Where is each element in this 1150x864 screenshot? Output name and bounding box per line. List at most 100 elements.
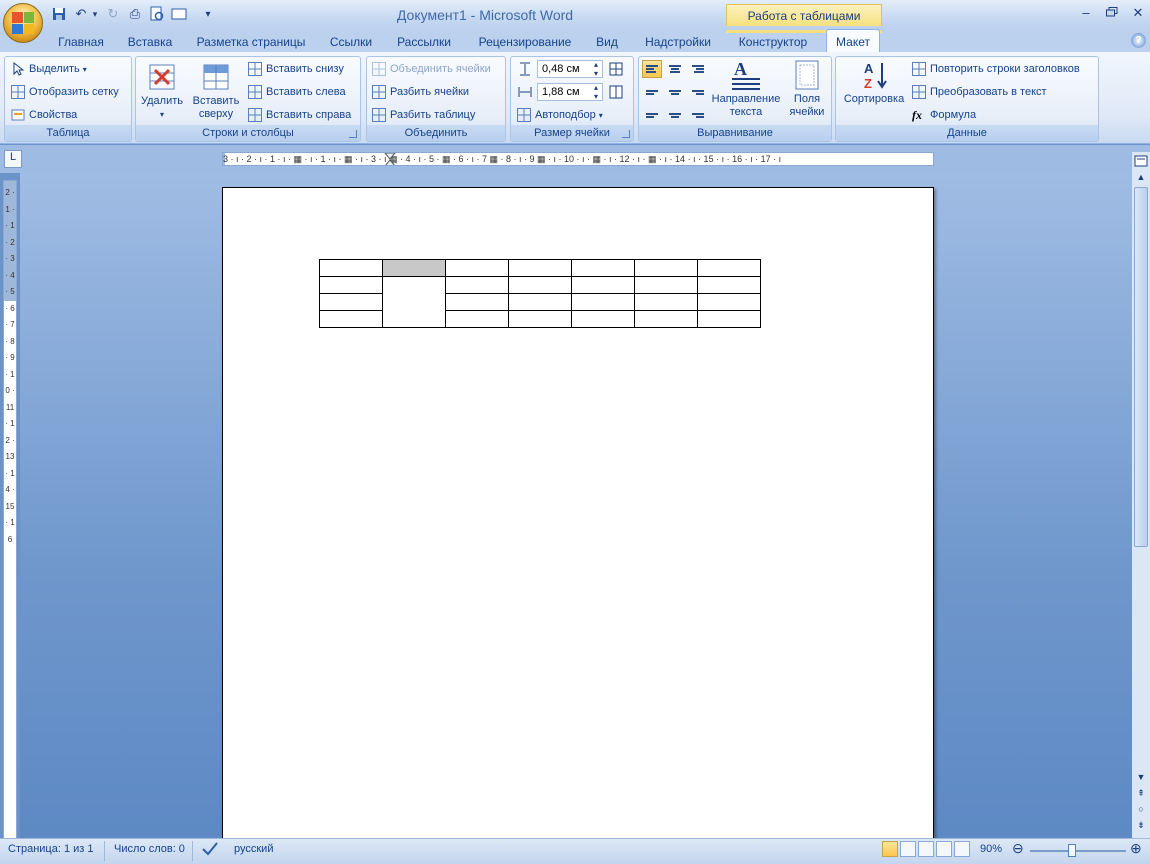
table-cell[interactable] [697, 310, 761, 328]
tab-page-layout[interactable]: Разметка страницы [190, 30, 312, 52]
table-cell[interactable] [634, 293, 698, 311]
align-middle-right-icon[interactable] [688, 83, 708, 101]
document-table[interactable] [319, 259, 761, 328]
table-cell-merged[interactable] [382, 276, 446, 328]
table-cell-selected[interactable] [382, 259, 446, 277]
delete-button[interactable]: Удалить ▾ [139, 61, 185, 121]
align-top-right-icon[interactable] [688, 60, 708, 78]
word-count[interactable]: Число слов: 0 [114, 843, 185, 859]
restore-icon[interactable] [1102, 5, 1122, 21]
ruler-toggle-icon[interactable] [1134, 154, 1148, 168]
sort-button[interactable]: AZ Сортировка [839, 59, 909, 106]
zoom-level[interactable]: 90% [980, 843, 1002, 859]
table-cell[interactable] [319, 310, 383, 328]
table-cell[interactable] [634, 259, 698, 277]
zoom-slider-track[interactable] [1030, 850, 1126, 852]
previous-page-icon[interactable]: ⇞ [1134, 788, 1148, 802]
table-cell[interactable] [571, 259, 635, 277]
dialog-launcher-icon[interactable] [622, 130, 630, 138]
tab-review[interactable]: Рецензирование [468, 30, 582, 52]
table-cell[interactable] [445, 259, 509, 277]
table-cell[interactable] [634, 310, 698, 328]
table-cell[interactable] [571, 276, 635, 294]
align-bottom-left-icon[interactable] [642, 106, 662, 124]
browse-object-icon[interactable]: ○ [1134, 804, 1148, 818]
minimize-icon[interactable]: – [1076, 5, 1096, 21]
tab-design[interactable]: Конструктор [728, 30, 818, 52]
convert-to-text-button[interactable]: Преобразовать в текст [912, 83, 1047, 101]
formula-button[interactable]: fx Формула [912, 106, 976, 124]
row-height-input[interactable]: 0,48 см [537, 60, 603, 78]
draft-view-icon[interactable] [954, 841, 970, 857]
scroll-up-icon[interactable]: ▲ [1134, 172, 1148, 186]
horizontal-ruler[interactable]: 3 · ı · 2 · ı · 1 · ı · ▦ · ı · 1 · ı · … [222, 152, 934, 166]
zoom-slider-thumb[interactable] [1068, 844, 1076, 857]
tab-references[interactable]: Ссылки [322, 30, 380, 52]
close-icon[interactable]: ✕ [1128, 5, 1148, 21]
table-cell[interactable] [445, 310, 509, 328]
table-cell[interactable] [508, 276, 572, 294]
table-cell[interactable] [319, 276, 383, 294]
scroll-thumb[interactable] [1134, 187, 1148, 547]
print-layout-view-icon[interactable] [882, 841, 898, 857]
tab-insert[interactable]: Вставка [120, 30, 180, 52]
table-cell[interactable] [571, 293, 635, 311]
table-cell[interactable] [445, 293, 509, 311]
table-cell[interactable] [319, 259, 383, 277]
autofit-button[interactable]: Автоподбор ▾ [517, 106, 603, 124]
align-middle-left-icon[interactable] [642, 83, 662, 101]
table-cell[interactable] [634, 276, 698, 294]
tab-home[interactable]: Главная [52, 30, 110, 52]
indent-marker-icon[interactable] [383, 153, 397, 166]
document-page[interactable] [222, 187, 934, 842]
tab-layout[interactable]: Макет [826, 29, 880, 53]
insert-left-button[interactable]: Вставить слева [248, 83, 346, 101]
insert-right-button[interactable]: Вставить справа [248, 106, 351, 124]
distribute-rows-icon[interactable] [609, 62, 623, 76]
tab-selector[interactable]: L [4, 150, 22, 168]
align-top-center-icon[interactable] [665, 60, 685, 78]
insert-below-button[interactable]: Вставить снизу [248, 60, 344, 78]
repeat-header-rows-button[interactable]: Повторить строки заголовков [912, 60, 1080, 78]
web-layout-icon[interactable] [918, 841, 934, 857]
align-top-left-icon[interactable] [642, 60, 662, 78]
table-cell[interactable] [508, 259, 572, 277]
align-bottom-center-icon[interactable] [665, 106, 685, 124]
table-cell[interactable] [445, 276, 509, 294]
table-cell[interactable] [508, 310, 572, 328]
table-cell[interactable] [508, 293, 572, 311]
align-bottom-right-icon[interactable] [688, 106, 708, 124]
table-cell[interactable] [571, 310, 635, 328]
align-middle-center-icon[interactable] [665, 83, 685, 101]
split-cells-button[interactable]: Разбить ячейки [372, 83, 469, 101]
language[interactable]: русский [234, 843, 273, 859]
zoom-out-icon[interactable]: ⊖ [1012, 840, 1024, 856]
tab-mailings[interactable]: Рассылки [390, 30, 458, 52]
next-page-icon[interactable]: ⇟ [1134, 820, 1148, 834]
merge-cells-button[interactable]: Объединить ячейки [372, 60, 491, 78]
cell-margins-button[interactable]: Поля ячейки [785, 59, 829, 119]
table-cell[interactable] [697, 259, 761, 277]
full-screen-reading-icon[interactable] [900, 841, 916, 857]
table-cell[interactable] [319, 293, 383, 311]
table-cell[interactable] [697, 276, 761, 294]
outline-view-icon[interactable] [936, 841, 952, 857]
insert-above-button[interactable]: Вставить сверху [191, 61, 241, 121]
properties-button[interactable]: Свойства [11, 106, 77, 124]
distribute-columns-icon[interactable] [609, 85, 623, 99]
tab-view[interactable]: Вид [590, 30, 624, 52]
scroll-down-icon[interactable]: ▼ [1134, 772, 1148, 786]
office-button[interactable] [3, 3, 43, 43]
show-grid-button[interactable]: Отобразить сетку [11, 83, 119, 101]
tab-addins[interactable]: Надстройки [636, 30, 720, 52]
vertical-ruler[interactable]: 2 · 1 · · 1 · 2 · 3 · 4 · 5 · 6 · 7 · 8 … [3, 180, 17, 840]
split-table-button[interactable]: Разбить таблицу [372, 106, 475, 124]
dialog-launcher-icon[interactable] [349, 130, 357, 138]
page-count[interactable]: Страница: 1 из 1 [8, 843, 94, 859]
proofing-icon[interactable] [200, 840, 220, 856]
zoom-in-icon[interactable]: ⊕ [1130, 840, 1142, 856]
help-icon[interactable]: ? [1131, 33, 1146, 48]
column-width-input[interactable]: 1,88 см [537, 83, 603, 101]
select-button[interactable]: Выделить ▾ [11, 60, 87, 78]
table-cell[interactable] [697, 293, 761, 311]
